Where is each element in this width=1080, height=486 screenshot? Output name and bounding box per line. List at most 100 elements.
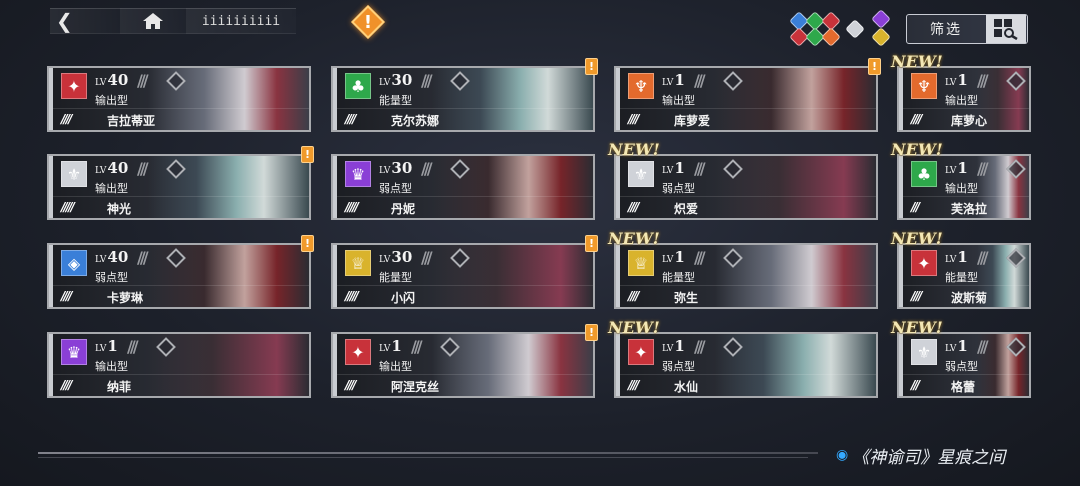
character-type: 输出型 xyxy=(662,94,695,107)
card-divider xyxy=(899,108,1029,109)
star-rating: //// xyxy=(628,378,639,392)
character-card[interactable]: ✦ LV40 /// 输出型 //// 吉拉蒂亚 xyxy=(47,66,311,132)
character-type: 能量型 xyxy=(945,271,978,284)
star-rating: //// xyxy=(61,289,72,303)
element-light-icon[interactable] xyxy=(845,19,865,39)
card-divider xyxy=(616,285,876,286)
back-button[interactable]: ❮ xyxy=(50,8,120,34)
level-value: 40 xyxy=(107,71,129,89)
element-icon: ◈ xyxy=(61,250,87,276)
card-divider xyxy=(49,108,309,109)
star-rating: //// xyxy=(345,378,356,392)
level-prefix: LV xyxy=(945,78,957,88)
character-name: 芙洛拉 xyxy=(951,202,988,216)
card-divider xyxy=(49,374,309,375)
level-value: 1 xyxy=(957,71,968,89)
level-label: LV1 xyxy=(662,248,685,266)
character-card[interactable]: ✦ LV1 /// 输出型 //// 阿涅克丝 xyxy=(331,332,595,398)
level-value: 40 xyxy=(107,159,129,177)
search-grid-icon xyxy=(986,15,1026,43)
character-card[interactable]: ♛ LV1 /// 输出型 //// 纳菲 xyxy=(47,332,311,398)
decorative-slashes: /// xyxy=(137,71,148,90)
star-rating: //// xyxy=(345,112,356,126)
level-label: LV1 xyxy=(95,337,118,355)
element-icon: ⚜ xyxy=(911,339,937,365)
character-card[interactable]: ◈ LV40 /// 弱点型 //// 卡萝琳 xyxy=(47,243,311,309)
new-tag: NEW! xyxy=(891,318,943,337)
level-prefix: LV xyxy=(662,255,674,265)
decorative-slashes: /// xyxy=(421,71,432,90)
character-name: 卡萝琳 xyxy=(107,291,144,305)
decorative-slashes: /// xyxy=(137,248,148,267)
decorative-slashes: /// xyxy=(977,248,988,267)
character-card[interactable]: ♕ LV1 /// 能量型 //// 弥生 xyxy=(614,243,878,309)
level-label: LV1 xyxy=(662,71,685,89)
character-name: 格蕾 xyxy=(951,380,976,394)
element-icon: ♣ xyxy=(911,161,937,187)
decorative-slashes: /// xyxy=(977,159,988,178)
decorative-slashes: /// xyxy=(421,248,432,267)
menu-label: iiiiiiiiii xyxy=(201,13,281,29)
character-card[interactable]: ♆ LV1 /// 输出型 //// 库萝心 xyxy=(897,66,1031,132)
element-icon: ♛ xyxy=(61,339,87,365)
character-card[interactable]: ♣ LV1 /// 输出型 /// 芙洛拉 xyxy=(897,154,1031,220)
level-prefix: LV xyxy=(379,344,391,354)
character-card[interactable]: ♣ LV30 /// 能量型 //// 克尔苏娜 xyxy=(331,66,595,132)
character-card[interactable]: ♛ LV30 /// 弱点型 ///// 丹妮 xyxy=(331,154,595,220)
alert-badge-icon: ! xyxy=(585,235,598,252)
level-prefix: LV xyxy=(945,344,957,354)
star-rating: //// xyxy=(628,200,639,214)
character-card[interactable]: ♆ LV1 /// 输出型 //// 库萝爱 xyxy=(614,66,878,132)
card-divider xyxy=(616,374,876,375)
element-icon: ♆ xyxy=(911,73,937,99)
new-tag: NEW! xyxy=(608,229,660,248)
character-card[interactable]: ♕ LV30 /// 能量型 ///// 小闪 xyxy=(331,243,595,309)
location-text: 《神谕司》星痕之间 xyxy=(852,447,1006,468)
character-type: 能量型 xyxy=(662,271,695,284)
filter-button[interactable]: 筛选 xyxy=(906,14,1028,44)
level-value: 30 xyxy=(391,71,413,89)
element-thunder-icon[interactable] xyxy=(871,27,891,47)
character-name: 炽爱 xyxy=(674,202,699,216)
element-icon: ✦ xyxy=(61,73,87,99)
element-filter-icons[interactable] xyxy=(786,9,892,47)
level-label: LV40 xyxy=(95,159,128,177)
character-card[interactable]: ⚜ LV40 /// 输出型 ///// 神光 xyxy=(47,154,311,220)
character-name: 吉拉蒂亚 xyxy=(107,114,156,128)
level-value: 40 xyxy=(107,248,129,266)
element-icon: ⚜ xyxy=(628,161,654,187)
character-type: 输出型 xyxy=(95,182,128,195)
alert-mark: ! xyxy=(363,11,373,33)
character-name: 库萝爱 xyxy=(674,114,711,128)
element-icon: ♕ xyxy=(345,250,371,276)
element-flame-icon[interactable] xyxy=(821,27,841,47)
card-divider xyxy=(899,374,1029,375)
star-rating: /// xyxy=(911,200,920,214)
element-dark-icon[interactable] xyxy=(871,9,891,29)
character-type: 弱点型 xyxy=(95,271,128,284)
level-label: LV1 xyxy=(662,159,685,177)
bottom-divider-thin xyxy=(38,457,808,458)
level-prefix: LV xyxy=(95,78,107,88)
character-card[interactable]: ✦ LV1 /// 弱点型 //// 水仙 xyxy=(614,332,878,398)
level-label: LV30 xyxy=(379,159,412,177)
menu-button[interactable]: iiiiiiiiii xyxy=(186,8,296,34)
element-icon: ♕ xyxy=(628,250,654,276)
decorative-slashes: /// xyxy=(977,337,988,356)
card-divider xyxy=(333,108,593,109)
character-type: 弱点型 xyxy=(379,182,412,195)
star-rating: //// xyxy=(61,378,72,392)
character-card[interactable]: ⚜ LV1 /// 弱点型 //// 炽爱 xyxy=(614,154,878,220)
star-rating: /// xyxy=(911,378,920,392)
character-card[interactable]: ⚜ LV1 /// 弱点型 /// 格蕾 xyxy=(897,332,1031,398)
level-label: LV40 xyxy=(95,71,128,89)
notification-badge[interactable]: ! xyxy=(348,5,388,39)
level-label: LV30 xyxy=(379,71,412,89)
decorative-slashes: /// xyxy=(694,159,705,178)
home-button[interactable] xyxy=(120,8,186,34)
card-divider xyxy=(333,196,593,197)
character-card[interactable]: ✦ LV1 /// 能量型 //// 波斯菊 xyxy=(897,243,1031,309)
top-nav-bar: ❮ iiiiiiiiii xyxy=(50,8,296,34)
character-name: 小闪 xyxy=(391,291,416,305)
card-divider xyxy=(616,108,876,109)
